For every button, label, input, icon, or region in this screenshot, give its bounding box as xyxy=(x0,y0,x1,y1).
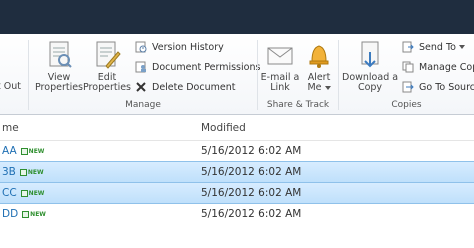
bell-icon xyxy=(304,40,334,70)
column-header-modified[interactable]: Modified xyxy=(201,122,246,134)
modified-date: 5/16/2012 6:02 AM xyxy=(201,208,302,220)
document-permissions-label: Document Permissions xyxy=(152,61,261,73)
table-row[interactable]: 3B NEW 5/16/2012 6:02 AM xyxy=(0,161,474,183)
edit-properties-label-2: Properties xyxy=(83,82,132,93)
email-link-button[interactable]: E-mail a Link xyxy=(260,40,300,93)
version-history-button[interactable]: Version History xyxy=(135,39,224,55)
delete-document-label: Delete Document xyxy=(152,81,236,93)
new-icon xyxy=(22,210,30,218)
go-to-source-button[interactable]: Go To Sourc xyxy=(402,79,474,95)
alert-me-button[interactable]: Alert Me xyxy=(302,40,336,93)
document-name: 3B xyxy=(2,166,16,178)
permissions-icon xyxy=(135,61,147,73)
new-badge: NEW xyxy=(20,147,45,155)
new-badge-label: NEW xyxy=(28,147,45,155)
new-icon xyxy=(20,147,28,155)
document-name: CC xyxy=(2,187,17,199)
list-header: me Modified xyxy=(0,114,474,141)
document-name-link[interactable]: 3B NEW xyxy=(2,166,44,178)
version-history-label: Version History xyxy=(152,41,224,53)
new-badge-label: NEW xyxy=(27,168,44,176)
modified-date: 5/16/2012 6:02 AM xyxy=(201,145,302,157)
document-name: DD xyxy=(2,208,19,220)
delete-icon xyxy=(135,81,147,93)
document-list: me Modified AA NEW 5/16/2012 6:02 AM 3B NE… xyxy=(0,114,474,248)
delete-document-button[interactable]: Delete Document xyxy=(135,79,235,95)
go-to-source-icon xyxy=(402,81,414,93)
email-link-label-2: Link xyxy=(270,82,290,93)
column-header-name[interactable]: me xyxy=(2,122,19,134)
new-badge: NEW xyxy=(20,189,45,197)
go-to-source-label: Go To Sourc xyxy=(419,81,474,93)
version-history-icon xyxy=(135,41,147,53)
new-badge: NEW xyxy=(19,168,44,176)
view-properties-button[interactable]: View Properties xyxy=(35,40,83,93)
document-name-link[interactable]: CC NEW xyxy=(2,187,44,199)
manage-group: View Properties Edit Properties Version … xyxy=(29,34,260,114)
manage-copies-label: Manage Copi xyxy=(419,61,474,73)
chevron-down-icon xyxy=(324,85,331,90)
manage-copies-button[interactable]: Manage Copi xyxy=(402,59,474,75)
ribbon: t Out View Properties xyxy=(0,34,474,115)
alert-me-label-2: Me xyxy=(302,83,336,93)
send-to-button[interactable]: Send To xyxy=(402,39,465,55)
edit-properties-button[interactable]: Edit Properties xyxy=(83,40,131,93)
share-track-group: E-mail a Link Alert Me Share & Track xyxy=(258,34,338,114)
document-name-link[interactable]: AA NEW xyxy=(2,145,44,157)
email-icon xyxy=(265,40,295,70)
table-row[interactable]: DD NEW 5/16/2012 6:02 AM xyxy=(0,204,474,224)
chevron-down-icon xyxy=(458,45,465,49)
check-out-label: t Out xyxy=(0,81,21,92)
document-name: AA xyxy=(2,145,17,157)
new-badge-label: NEW xyxy=(28,189,45,197)
modified-date: 5/16/2012 6:02 AM xyxy=(201,166,302,178)
modified-date: 5/16/2012 6:02 AM xyxy=(201,187,302,199)
new-badge: NEW xyxy=(22,210,46,218)
document-name-link[interactable]: DD NEW xyxy=(2,208,46,220)
top-bar xyxy=(0,0,474,34)
document-properties-icon xyxy=(44,40,74,70)
manage-group-label: Manage xyxy=(125,100,161,110)
new-icon xyxy=(19,168,27,176)
send-to-icon xyxy=(402,41,414,53)
download-copy-button[interactable]: Download a Copy xyxy=(342,40,398,93)
manage-copies-icon xyxy=(402,61,414,73)
table-row[interactable]: AA NEW 5/16/2012 6:02 AM xyxy=(0,141,474,161)
share-track-group-label: Share & Track xyxy=(266,100,330,110)
edit-properties-icon xyxy=(92,40,122,70)
document-permissions-button[interactable]: Document Permissions xyxy=(135,59,260,75)
download-icon xyxy=(355,40,385,70)
alert-me-label-2-text: Me xyxy=(307,82,322,93)
send-to-label: Send To xyxy=(419,41,456,53)
view-properties-label-2: Properties xyxy=(35,82,84,93)
new-badge-label: NEW xyxy=(30,210,46,218)
new-icon xyxy=(20,189,28,197)
download-copy-label-2: Copy xyxy=(357,82,383,93)
copies-group-label: Copies xyxy=(391,100,422,110)
table-row[interactable]: CC NEW 5/16/2012 6:02 AM xyxy=(0,182,474,204)
copies-group: Download a Copy Send To Manage Copi Go T… xyxy=(339,34,474,114)
check-out-button[interactable]: t Out xyxy=(0,82,24,92)
